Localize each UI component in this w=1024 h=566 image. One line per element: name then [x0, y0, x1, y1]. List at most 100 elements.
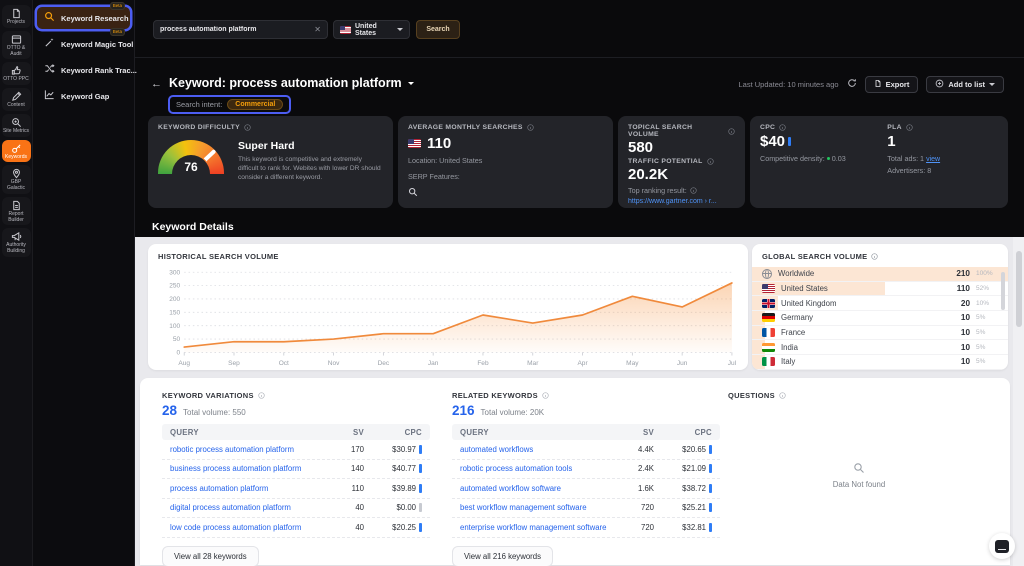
- cpc-bar-icon: [419, 522, 422, 532]
- sidebar-item-otto-audit[interactable]: OTTO & Audit: [1, 30, 31, 60]
- plus-circle-icon: [935, 79, 944, 90]
- sidebar-item-report-builder[interactable]: Report Builder: [1, 196, 31, 226]
- keyword-search-input[interactable]: [160, 26, 311, 33]
- keyword-link[interactable]: business process automation platform: [170, 464, 322, 473]
- traffic-potential-value: 20.2K: [628, 166, 669, 183]
- sidebar-item-keywords[interactable]: Keywords: [1, 139, 31, 163]
- related-keywords-section: RELATED KEYWORDS 216 Total volume: 20K QU…: [452, 391, 720, 566]
- us-flag-icon: [408, 139, 421, 148]
- table-row: best workflow management software 720 $25.…: [452, 499, 720, 518]
- menu-item-label: Keyword Rank Trac...: [61, 65, 137, 75]
- sidebar-item-label: Projects: [6, 19, 26, 25]
- view-all-variations-button[interactable]: View all 28 keywords: [162, 545, 259, 566]
- country-row[interactable]: France 10 5%: [752, 325, 1008, 341]
- country-row[interactable]: Germany 10 5%: [752, 311, 1008, 326]
- chat-widget-button[interactable]: [989, 533, 1015, 559]
- cpc-bar-icon: [419, 503, 422, 513]
- sidebar-item-site-metrics[interactable]: Site Metrics: [1, 113, 31, 137]
- header-actions: Last Updated: 10 minutes ago Export Add …: [738, 75, 1004, 93]
- topical-volume-value: 580: [628, 139, 654, 156]
- menu-item-keyword-rank-tracker[interactable]: Keyword Rank Trac...: [37, 59, 137, 81]
- svg-text:Jul: Jul: [728, 360, 737, 367]
- refresh-icon[interactable]: [847, 75, 857, 93]
- title-chevron-down-icon[interactable]: [407, 81, 414, 85]
- keyword-link[interactable]: best workflow management software: [460, 503, 612, 512]
- country-percent: 5%: [976, 358, 986, 366]
- export-button[interactable]: Export: [864, 75, 919, 93]
- serp-features-label: SERP Features:: [408, 172, 460, 181]
- sidebar-item-gbp-galactic[interactable]: GBP Galactic: [1, 165, 31, 194]
- info-icon: [258, 392, 265, 399]
- svg-text:200: 200: [169, 296, 180, 303]
- menu-item-keyword-magic-tool[interactable]: Beta Keyword Magic Tool: [37, 28, 133, 55]
- sv-value: 720: [640, 522, 654, 532]
- sidebar-item-otto-ppc[interactable]: OTTO PPC: [1, 62, 31, 85]
- country-row[interactable]: Italy 10 5%: [752, 355, 1008, 370]
- clear-search-icon[interactable]: ✕: [314, 25, 321, 34]
- country-row[interactable]: United States 110 52%: [752, 281, 1008, 297]
- pencil-icon: [11, 91, 22, 102]
- svg-text:Oct: Oct: [279, 360, 289, 367]
- menu-item-label: Keyword Research: [61, 13, 129, 23]
- country-row[interactable]: India 10 5%: [752, 340, 1008, 356]
- page-title: Keyword: process automation platform: [169, 76, 402, 90]
- country-name: Italy: [781, 357, 796, 367]
- table-row: robotic process automation platform 170 $3…: [162, 440, 430, 460]
- card-title: CPC: [760, 124, 776, 131]
- region-select[interactable]: United States: [333, 20, 410, 39]
- top-ranking-result-link[interactable]: https://www.gartner.com › r...: [628, 198, 735, 205]
- table-row: business process automation platform 140 $…: [162, 460, 430, 479]
- keyword-link[interactable]: enterprise workflow management software: [460, 523, 612, 532]
- country-row[interactable]: United Kingdom 20 10%: [752, 296, 1008, 312]
- shuffle-icon: [44, 61, 55, 79]
- keyword-link[interactable]: digital process automation platform: [170, 503, 322, 512]
- country-percent: 5%: [976, 329, 986, 337]
- keyword-link[interactable]: automated workflow software: [460, 484, 612, 493]
- country-row[interactable]: Worldwide 210 100%: [752, 267, 1008, 282]
- cpc-header: CPC: [694, 427, 712, 437]
- country-name: Worldwide: [778, 269, 815, 279]
- magnifier-plus-icon: [11, 117, 22, 128]
- card-title: PLA: [887, 124, 902, 131]
- search-button[interactable]: Search: [416, 20, 460, 39]
- back-arrow-icon[interactable]: ←: [151, 78, 162, 90]
- menu-item-keyword-research[interactable]: Beta Keyword Research: [37, 2, 130, 29]
- keyword-link[interactable]: automated workflows: [460, 445, 612, 454]
- sidebar-item-projects[interactable]: Projects: [1, 5, 31, 28]
- card-title: KEYWORD DIFFICULTY: [158, 124, 240, 131]
- table-row: low code process automation platform 40 $2…: [162, 518, 430, 538]
- add-to-list-button[interactable]: Add to list: [926, 75, 1004, 93]
- keyword-link[interactable]: robotic process automation platform: [170, 445, 322, 454]
- card-scrollbar-thumb[interactable]: [1001, 272, 1005, 310]
- empty-text: Data Not found: [832, 480, 886, 489]
- info-icon: [906, 124, 913, 131]
- page-scrollbar-thumb[interactable]: [1015, 251, 1022, 327]
- keyword-link[interactable]: low code process automation platform: [170, 523, 322, 532]
- view-ads-link[interactable]: view: [926, 156, 940, 163]
- sidebar-item-content[interactable]: Content: [1, 88, 31, 111]
- chat-icon: [995, 539, 1009, 553]
- megaphone-icon: [11, 231, 22, 242]
- view-all-related-button[interactable]: View all 216 keywords: [452, 545, 553, 566]
- country-name: India: [781, 342, 798, 352]
- sidebar-item-label: Authority Building: [6, 242, 26, 254]
- svg-text:150: 150: [169, 309, 180, 316]
- table-row: automated workflows 4.4K $20.65: [452, 440, 720, 460]
- info-icon: [779, 392, 786, 399]
- india-flag-icon: [762, 342, 775, 352]
- menu-item-keyword-gap[interactable]: Keyword Gap: [37, 85, 130, 107]
- svg-text:Mar: Mar: [527, 360, 539, 367]
- svg-text:Jan: Jan: [428, 360, 439, 367]
- cpc-section: CPC $40 Competitive density: 0.03: [760, 124, 887, 200]
- globe-icon: [762, 268, 772, 279]
- keyword-link[interactable]: robotic process automation tools: [460, 464, 612, 473]
- keyword-link[interactable]: process automation platform: [170, 484, 322, 493]
- keyword-difficulty-card: KEYWORD DIFFICULTY 76 Super Hard This ke…: [148, 116, 393, 208]
- italy-flag-icon: [762, 357, 775, 367]
- svg-text:May: May: [626, 360, 639, 367]
- page-scrollbar-track[interactable]: [1013, 237, 1024, 566]
- table-row: digital process automation platform 40 $0.…: [162, 499, 430, 518]
- keyword-tables-panel: KEYWORD VARIATIONS 28 Total volume: 550 Q…: [140, 378, 1010, 566]
- svg-text:50: 50: [173, 336, 181, 343]
- sidebar-item-authority-building[interactable]: Authority Building: [1, 228, 31, 257]
